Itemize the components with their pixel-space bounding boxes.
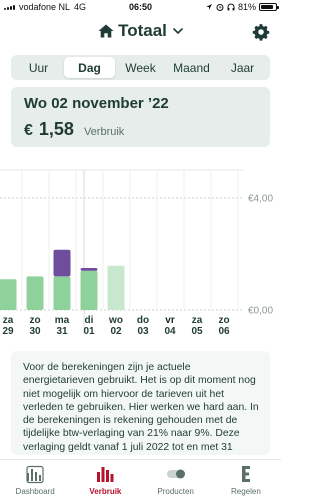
info-text: Voor de berekeningen zijn je actuele ene… [23,362,259,453]
nav-dashboard[interactable]: Dashboard [0,460,70,499]
x-tick-day: wo [108,315,123,326]
nav-label-regelen: Regelen [230,487,261,496]
x-tick-date: 05 [191,326,203,337]
selected-date: Wo 02 november ’22 [24,95,169,112]
bar[interactable] [80,270,98,310]
x-tick-date: 03 [137,326,149,337]
currency-symbol: € [24,122,33,139]
x-tick-date: 29 [2,326,14,337]
alarm-icon [216,4,224,11]
x-tick-date: 30 [29,326,41,337]
chevron-down-icon [173,28,183,34]
bar-segment[interactable] [53,249,71,277]
usage-bar-chart[interactable]: €4,00€0,00za29zo30ma31di01wo02do03vr04za… [0,168,281,343]
app-header: Totaal [0,14,281,48]
battery-icon [259,3,279,11]
e-icon [241,466,250,482]
x-tick-day: zo [218,315,229,326]
home-icon [98,24,114,38]
period-tabs: Uur Dag Week Maand Jaar [11,55,270,80]
x-tick-date: 02 [110,326,122,337]
cost-amount: 1,58 [38,119,74,139]
gear-icon[interactable] [252,23,270,41]
x-tick-day: zo [29,315,40,326]
nav-verbruik[interactable]: Verbruik [70,460,140,499]
page-title: Totaal [118,21,167,40]
tab-dag[interactable]: Dag [64,57,115,78]
bottom-nav: Dashboard Verbruik Producten Regelen [0,459,281,499]
x-tick-date: 31 [56,326,68,337]
toggle-icon [166,469,185,479]
summary-card: Wo 02 november ’22 € 1,58 Verbruik [11,87,270,147]
x-tick-day: za [3,315,14,326]
x-tick-day: vr [165,315,175,326]
nav-label-verbruik: Verbruik [89,487,122,496]
headphones-icon [227,3,235,11]
cost-summary: € 1,58 Verbruik [24,119,124,140]
nav-label-producten: Producten [157,487,194,496]
x-tick-day: di [85,315,94,326]
bar-segment[interactable] [80,268,98,271]
x-tick-date: 01 [83,326,95,337]
nav-producten[interactable]: Producten [141,460,211,499]
bar[interactable] [53,276,71,310]
nav-regelen[interactable]: Regelen [211,460,281,499]
x-tick-day: ma [55,315,70,326]
tab-jaar[interactable]: Jaar [217,57,268,78]
y-tick-label: €0,00 [248,306,273,317]
tab-week[interactable]: Week [115,57,166,78]
x-tick-date: 06 [218,326,230,337]
dashboard-icon [26,465,44,484]
bar-chart-icon [97,467,114,482]
bar[interactable] [107,265,125,310]
title-dropdown[interactable]: Totaal [0,21,281,41]
tab-maand[interactable]: Maand [166,57,217,78]
y-tick-label: €4,00 [248,194,273,205]
tab-uur[interactable]: Uur [13,57,64,78]
cost-label: Verbruik [83,126,125,138]
nav-label-dashboard: Dashboard [15,487,55,496]
battery-percent: 81% [237,2,256,12]
x-tick-day: do [137,315,149,326]
x-tick-date: 04 [164,326,176,337]
bar[interactable] [26,276,44,310]
status-bar: vodafone NL 4G 06:50 81% [0,0,281,14]
location-icon [205,4,212,10]
info-box: Voor de berekeningen zijn je actuele ene… [11,351,270,455]
bar[interactable] [0,279,17,310]
x-tick-day: za [192,315,203,326]
